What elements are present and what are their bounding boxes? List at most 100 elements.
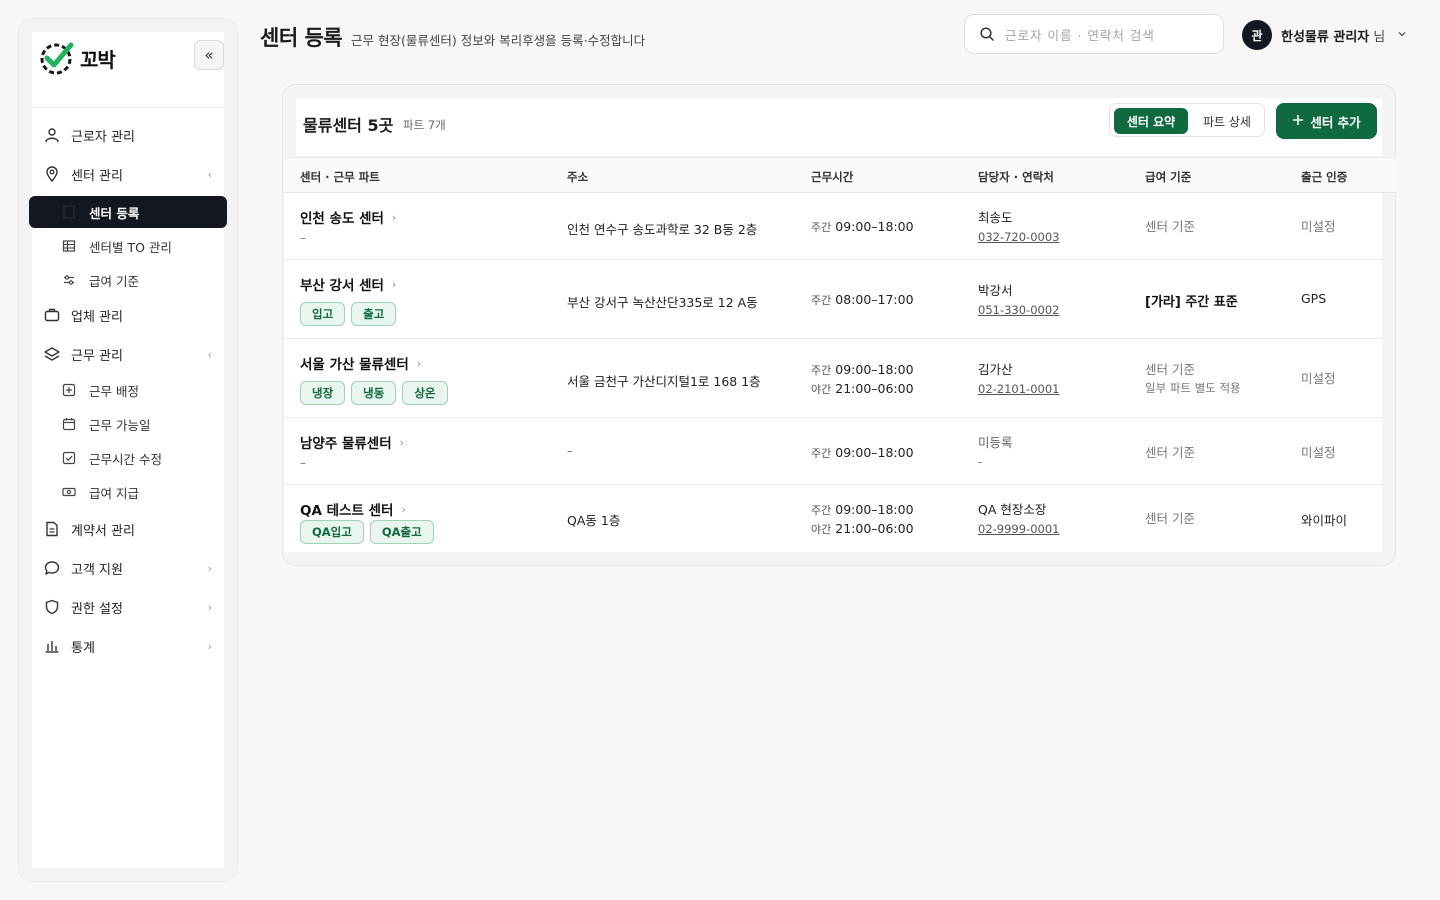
avatar: 관 xyxy=(1242,20,1272,50)
add-center-button[interactable]: 센터 추가 xyxy=(1276,103,1377,139)
sidebar: 꼬박 « 근로자 관리 센터 관리 ‹ 센터 등록 센터별 TO 관리 급여 기… xyxy=(18,18,238,882)
shift-day: 주간 09:00–18:00 xyxy=(811,501,914,520)
pay-standard[interactable]: [가라] 주간 표준 xyxy=(1145,291,1238,310)
table-row[interactable]: 부산 강서 센터 › 입고 출고 부산 강서구 녹산산단335로 12 A동 주간… xyxy=(284,260,1382,339)
sidebar-item-label: 권한 설정 xyxy=(71,601,123,617)
table-row[interactable]: 서울 가산 물류센터 › 냉장 냉동 상온 서울 금천구 가산디지털1로 168 … xyxy=(284,339,1382,418)
work-hours: 주간 09:00–18:00 야간 21:00–06:00 xyxy=(811,501,914,539)
card-header: 물류센터 5곳 파트 7개 센터 요약 파트 상세 센터 추가 xyxy=(296,98,1382,156)
center-name-link[interactable]: 서울 가산 물류센터 › xyxy=(300,353,421,374)
part-tag[interactable]: 상온 xyxy=(402,381,448,405)
sidebar-subitem-pay-standard[interactable]: 급여 기준 xyxy=(32,265,224,295)
logo[interactable]: 꼬박 xyxy=(38,40,116,76)
chevron-right-icon: › xyxy=(391,210,397,224)
sidebar-item-stats[interactable]: 통계 › xyxy=(32,631,224,661)
part-tags: QA입고 QA출고 xyxy=(300,520,434,544)
pay-standard: 센터 기준 일부 파트 별도 적용 xyxy=(1145,361,1241,397)
card-title: 물류센터 5곳 xyxy=(303,116,394,135)
shift-night: 야간 21:00–06:00 xyxy=(811,520,914,539)
tab-center-summary[interactable]: 센터 요약 xyxy=(1114,108,1188,134)
chevron-right-icon: › xyxy=(207,600,212,614)
manager-phone-link[interactable]: 02-9999-0001 xyxy=(978,519,1059,539)
sidebar-subitem-payout[interactable]: 급여 지급 xyxy=(32,477,224,507)
manager-phone-link[interactable]: 032-720-0003 xyxy=(978,227,1059,247)
manager-name: QA 현장소장 xyxy=(978,502,1047,517)
sidebar-subitem-label: 근무 배정 xyxy=(89,383,139,399)
chevron-right-icon: › xyxy=(399,435,405,449)
center-name-link[interactable]: 부산 강서 센터 › xyxy=(300,274,396,295)
manager-contact: 박강서 051-330-0002 xyxy=(978,282,1059,320)
sidebar-item-work[interactable]: 근무 관리 ‹ xyxy=(32,339,224,369)
manager-name: 미등록 xyxy=(978,435,1013,450)
layers-icon xyxy=(44,346,60,362)
shift-label: 주간 xyxy=(811,364,832,377)
center-name: QA 테스트 센터 xyxy=(300,503,394,519)
map-pin-icon xyxy=(44,166,60,182)
manager-phone-link[interactable]: 02-2101-0001 xyxy=(978,379,1059,399)
shield-icon xyxy=(44,599,60,615)
logo-check-icon xyxy=(40,42,74,75)
shift-label: 야간 xyxy=(811,523,832,536)
user-name: 한성물류 관리자 xyxy=(1281,29,1370,45)
sidebar-subitem-work-availability[interactable]: 근무 가능일 xyxy=(32,409,224,439)
manager-contact: 김가산 02-2101-0001 xyxy=(978,361,1059,399)
table-row[interactable]: 인천 송도 센터 › – 인천 연수구 송도과학로 32 B동 2층 주간 09:0… xyxy=(284,193,1382,260)
table-row[interactable]: 남양주 물류센터 › – – 주간 09:00–18:00 미등록 - 센터 기준 … xyxy=(284,418,1382,485)
collapse-sidebar-button[interactable]: « xyxy=(194,40,224,70)
work-hours: 주간 09:00–18:00 야간 21:00–06:00 xyxy=(811,361,914,399)
sidebar-subitem-label: 급여 지급 xyxy=(89,485,139,501)
user-menu[interactable]: 관 한성물류 관리자 님 xyxy=(1242,20,1407,50)
manager-contact: 미등록 - xyxy=(978,434,1013,472)
work-hours: 주간 09:00–18:00 xyxy=(811,218,914,237)
sidebar-subitem-label: 센터 등록 xyxy=(89,205,140,221)
calendar-icon xyxy=(62,417,76,431)
part-tag[interactable]: 입고 xyxy=(300,302,346,326)
manager-phone: - xyxy=(978,455,983,469)
center-name-link[interactable]: 인천 송도 센터 › xyxy=(300,207,397,228)
center-name: 인천 송도 센터 xyxy=(300,211,384,227)
sidebar-item-contracts[interactable]: 계약서 관리 xyxy=(32,514,224,544)
manager-name: 김가산 xyxy=(978,362,1013,377)
address: 부산 강서구 녹산산단335로 12 A동 xyxy=(567,295,758,310)
search-input[interactable] xyxy=(1005,24,1215,46)
column-header: 센터 · 근무 파트 xyxy=(300,170,380,184)
center-name: 서울 가산 물류센터 xyxy=(300,357,409,373)
sidebar-subitem-center-to[interactable]: 센터별 TO 관리 xyxy=(32,231,224,261)
part-tag[interactable]: QA입고 xyxy=(300,520,364,544)
sidebar-subitem-work-hours-edit[interactable]: 근무시간 수정 xyxy=(32,443,224,473)
sidebar-item-permissions[interactable]: 권한 설정 › xyxy=(32,592,224,622)
search-icon xyxy=(979,26,995,42)
sidebar-subitem-center-register[interactable]: 센터 등록 xyxy=(29,196,227,228)
sidebar-item-support[interactable]: 고객 지원 › xyxy=(32,553,224,583)
table-header: 센터 · 근무 파트 주소 근무시간 담당자 · 연락처 급여 기준 출근 인증 xyxy=(284,157,1396,193)
chat-icon xyxy=(44,560,60,576)
part-tag[interactable]: QA출고 xyxy=(369,520,434,544)
sidebar-item-companies[interactable]: 업체 관리 xyxy=(32,300,224,330)
tab-part-detail[interactable]: 파트 상세 xyxy=(1192,108,1262,134)
sidebar-item-label: 고객 지원 xyxy=(71,562,123,578)
shift-night: 야간 21:00–06:00 xyxy=(811,380,914,399)
center-name: 남양주 물류센터 xyxy=(300,436,392,452)
checkin-auth: 와이파이 xyxy=(1301,513,1348,528)
part-tags: 입고 출고 xyxy=(300,302,397,326)
sidebar-item-workers[interactable]: 근로자 관리 xyxy=(32,120,224,150)
sidebar-subitem-label: 센터별 TO 관리 xyxy=(89,239,172,255)
user-icon xyxy=(44,127,60,143)
part-tag[interactable]: 냉장 xyxy=(300,381,346,405)
part-tag[interactable]: 냉동 xyxy=(351,381,397,405)
pay-standard: 센터 기준 xyxy=(1145,511,1195,526)
part-tag[interactable]: 출고 xyxy=(351,302,397,326)
center-name-link[interactable]: QA 테스트 센터 › xyxy=(300,499,406,520)
manager-phone-link[interactable]: 051-330-0002 xyxy=(978,300,1059,320)
user-suffix: 님 xyxy=(1373,29,1386,45)
chevron-right-icon: › xyxy=(207,639,212,653)
table-row[interactable]: QA 테스트 센터 › QA입고 QA출고 QA동 1층 주간 09:00–18:0… xyxy=(284,485,1382,552)
checkin-auth: 미설정 xyxy=(1301,371,1336,386)
checkin-auth: GPS xyxy=(1301,291,1327,306)
parts-empty: – xyxy=(300,456,306,470)
checkin-auth: 미설정 xyxy=(1301,219,1336,234)
address: QA동 1층 xyxy=(567,513,621,528)
center-name-link[interactable]: 남양주 물류센터 › xyxy=(300,432,405,453)
sidebar-subitem-work-assign[interactable]: 근무 배정 xyxy=(32,375,224,405)
sidebar-item-centers[interactable]: 센터 관리 ‹ xyxy=(32,159,224,189)
